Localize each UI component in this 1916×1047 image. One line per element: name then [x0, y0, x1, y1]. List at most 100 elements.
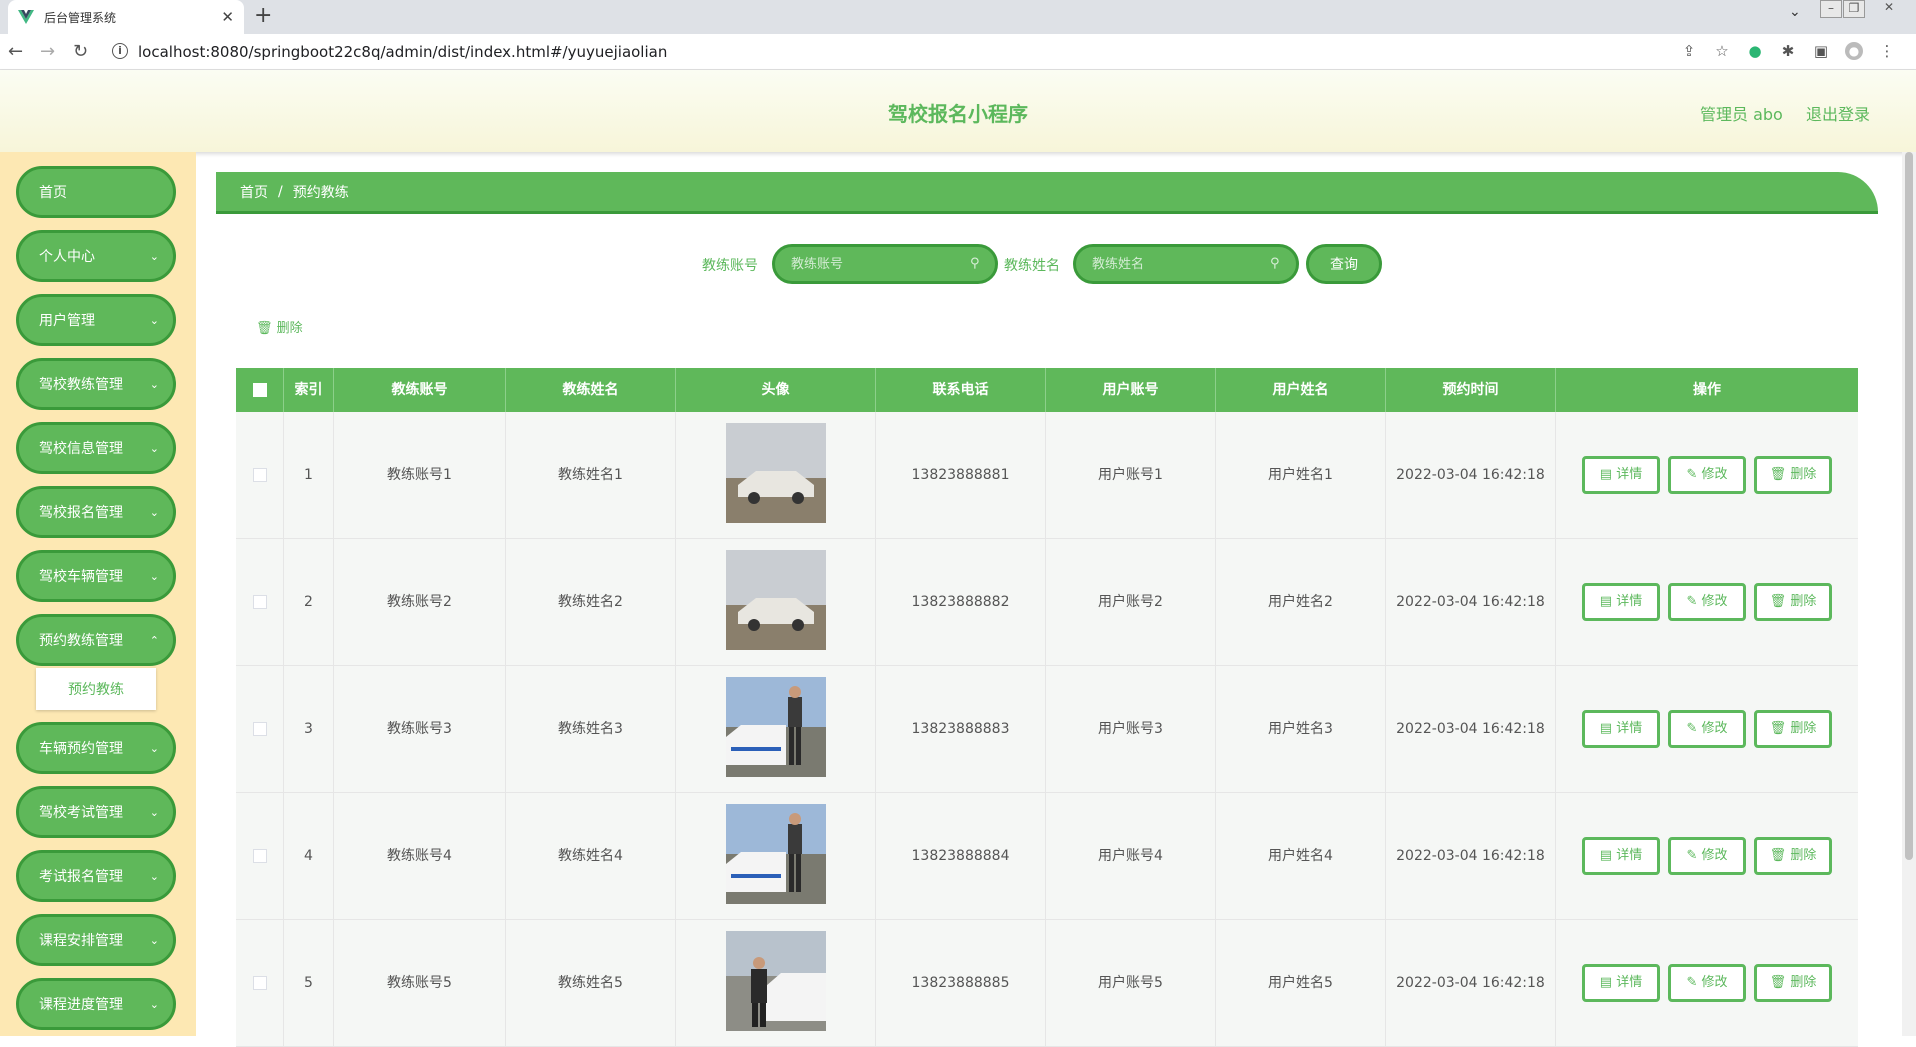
cell-phone: 13823888882 [876, 539, 1046, 666]
edit-button[interactable]: ✎ 修改 [1668, 583, 1746, 621]
sidebar-item-personal-center[interactable]: 个人中心 ⌄ [16, 230, 176, 282]
sidebar-item-user-management[interactable]: 用户管理 ⌄ [16, 294, 176, 346]
window-close-icon[interactable]: ✕ [1878, 0, 1900, 18]
cell-index: 4 [284, 793, 334, 920]
puzzle-icon[interactable]: ✱ [1779, 42, 1797, 60]
edit-button[interactable]: ✎ 修改 [1668, 456, 1746, 494]
cell-user-name: 用户姓名5 [1216, 920, 1386, 1047]
window-minimize-icon[interactable]: – [1820, 0, 1842, 18]
sidebar-item-vehicle-booking[interactable]: 车辆预约管理 ⌄ [16, 722, 176, 774]
row-checkbox[interactable] [252, 468, 267, 482]
document-icon: ▤ [1599, 975, 1617, 990]
delete-button[interactable]: 🗑 删除 [1754, 456, 1832, 494]
reload-icon[interactable]: ↻ [73, 41, 88, 62]
url-field[interactable]: localhost:8080/springboot22c8q/admin/dis… [138, 43, 667, 61]
cell-booking-time: 2022-03-04 16:42:18 [1386, 412, 1556, 539]
row-checkbox[interactable] [252, 976, 267, 990]
sidebar-item-course-schedule[interactable]: 课程安排管理 ⌄ [16, 914, 176, 966]
row-checkbox[interactable] [252, 595, 267, 609]
sidebar-item-label: 驾校信息管理 [39, 441, 123, 457]
trash-icon: 🗑 [1769, 467, 1791, 482]
trash-icon: 🗑 [1769, 848, 1791, 863]
chevron-down-icon: ⌄ [149, 249, 159, 263]
page-scrollbar[interactable] [1902, 152, 1916, 1036]
document-icon: ▤ [1599, 721, 1617, 736]
cell-index: 2 [284, 539, 334, 666]
delete-button[interactable]: 🗑 删除 [1754, 710, 1832, 748]
sidebar-item-label: 用户管理 [39, 313, 95, 329]
col-user-account: 用户账号 [1046, 368, 1216, 412]
cell-user-account: 用户账号2 [1046, 539, 1216, 666]
cell-coach-name: 教练姓名2 [506, 539, 676, 666]
browser-menu-icon[interactable]: ⋮ [1878, 42, 1896, 60]
sidebar-item-coach-management[interactable]: 驾校教练管理 ⌄ [16, 358, 176, 410]
cell-coach-account: 教练账号4 [334, 793, 506, 920]
scrollbar-thumb[interactable] [1905, 152, 1913, 860]
query-button[interactable]: 查询 [1306, 244, 1382, 284]
sidebar-item-enrollment[interactable]: 驾校报名管理 ⌄ [16, 486, 176, 538]
col-operations: 操作 [1693, 382, 1721, 398]
chevron-down-icon: ⌄ [149, 441, 159, 455]
breadcrumb-home[interactable]: 首页 [240, 182, 268, 202]
bookmark-star-icon[interactable]: ☆ [1713, 42, 1731, 60]
cell-user-name: 用户姓名4 [1216, 793, 1386, 920]
sidebar-item-home[interactable]: 首页 [16, 166, 176, 218]
sidebar-item-label: 课程安排管理 [39, 933, 123, 949]
select-all-cell [236, 368, 284, 412]
edit-button[interactable]: ✎ 修改 [1668, 964, 1746, 1002]
edit-button[interactable]: ✎ 修改 [1668, 710, 1746, 748]
side-panel-icon[interactable]: ▣ [1812, 42, 1830, 60]
cell-operations: ▤ 详情 ✎ 修改 🗑 删除 [1556, 920, 1858, 1047]
breadcrumb: 首页 / 预约教练 [216, 172, 1878, 214]
table-row: 2 教练账号2 教练姓名2 13823888882 用户账号2 用户姓名2 20… [236, 539, 1858, 666]
breadcrumb-separator: / [278, 183, 283, 200]
forward-arrow-icon[interactable]: → [40, 41, 55, 62]
detail-button[interactable]: ▤ 详情 [1582, 583, 1660, 621]
detail-button[interactable]: ▤ 详情 [1582, 964, 1660, 1002]
bulk-delete-button[interactable]: 🗑 删除 [256, 317, 303, 336]
submenu-coach-booking[interactable]: 预约教练 [36, 668, 156, 710]
detail-button[interactable]: ▤ 详情 [1582, 837, 1660, 875]
row-checkbox[interactable] [252, 849, 267, 863]
row-checkbox[interactable] [252, 722, 267, 736]
tab-search-chevron-icon[interactable]: ⌄ [1789, 4, 1801, 20]
table-row: 3 教练账号3 教练姓名3 13823888883 用户账号3 用户姓名3 20… [236, 666, 1858, 793]
sidebar-item-vehicles[interactable]: 驾校车辆管理 ⌄ [16, 550, 176, 602]
edit-label: 修改 [1701, 975, 1728, 990]
cell-user-account: 用户账号5 [1046, 920, 1216, 1047]
cell-user-name: 用户姓名3 [1216, 666, 1386, 793]
share-icon[interactable]: ⇪ [1680, 42, 1698, 60]
cell-user-name: 用户姓名1 [1216, 412, 1386, 539]
select-all-checkbox[interactable] [252, 383, 267, 397]
new-tab-icon[interactable]: + [254, 3, 272, 28]
delete-button[interactable]: 🗑 删除 [1754, 583, 1832, 621]
site-info-icon[interactable]: i [112, 43, 128, 59]
back-arrow-icon[interactable]: ← [8, 41, 23, 62]
detail-button[interactable]: ▤ 详情 [1582, 710, 1660, 748]
browser-tab-bar: 后台管理系统 ✕ + ⌄ – ❐ ✕ [0, 0, 1916, 34]
delete-button[interactable]: 🗑 删除 [1754, 964, 1832, 1002]
sidebar-item-coach-booking[interactable]: 预约教练管理 ⌃ [16, 614, 176, 666]
edit-button[interactable]: ✎ 修改 [1668, 837, 1746, 875]
delete-button[interactable]: 🗑 删除 [1754, 837, 1832, 875]
cell-index: 5 [284, 920, 334, 1047]
col-phone: 联系电话 [876, 368, 1046, 412]
sidebar-item-exam-registration[interactable]: 考试报名管理 ⌄ [16, 850, 176, 902]
cell-user-name: 用户姓名2 [1216, 539, 1386, 666]
window-restore-icon[interactable]: ❐ [1843, 0, 1865, 18]
sidebar-item-school-info[interactable]: 驾校信息管理 ⌄ [16, 422, 176, 474]
sidebar-item-exam-management[interactable]: 驾校考试管理 ⌄ [16, 786, 176, 838]
cell-coach-account: 教练账号1 [334, 412, 506, 539]
tab-close-icon[interactable]: ✕ [221, 8, 234, 26]
extension-icon[interactable]: ● [1746, 42, 1764, 60]
app-title: 驾校报名小程序 [888, 102, 1028, 126]
coach-name-input[interactable] [1073, 244, 1299, 284]
coach-account-input[interactable] [772, 244, 998, 284]
detail-button[interactable]: ▤ 详情 [1582, 456, 1660, 494]
chevron-down-icon: ⌄ [149, 377, 159, 391]
profile-avatar-icon[interactable]: ● [1845, 42, 1863, 60]
chevron-down-icon: ⌄ [149, 741, 159, 755]
browser-tab[interactable]: 后台管理系统 ✕ [8, 0, 244, 34]
sidebar-item-course-progress[interactable]: 课程进度管理 ⌄ [16, 978, 176, 1030]
logout-link[interactable]: 退出登录 [1806, 101, 1870, 125]
